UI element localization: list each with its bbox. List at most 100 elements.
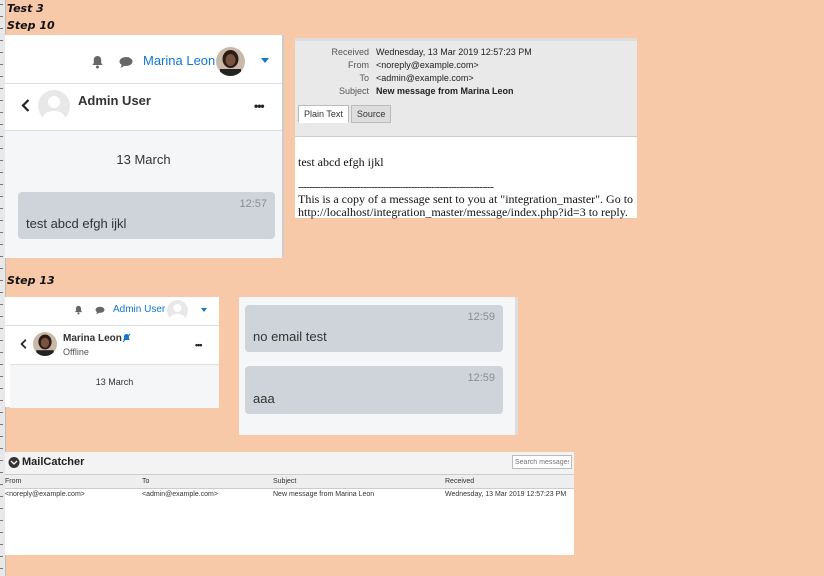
more-options-icon[interactable]: •••	[254, 99, 265, 113]
step13-label: Step 13	[7, 274, 55, 287]
message-time: 12:59	[467, 372, 495, 384]
ruler-tick	[0, 160, 3, 161]
ruler-tick	[0, 16, 3, 17]
table-header: From To Subject Received	[5, 475, 574, 489]
ruler-tick	[0, 340, 3, 341]
ruler-tick	[0, 352, 3, 353]
message-text: aaa	[253, 391, 275, 406]
avatar[interactable]	[167, 300, 188, 321]
mailcatcher-window: MailCatcher From To Subject Received <no…	[5, 452, 574, 555]
ruler-tick	[0, 388, 3, 389]
ruler-tick	[0, 184, 3, 185]
more-options-icon[interactable]: •••	[195, 340, 203, 350]
column-header-received[interactable]: Received	[445, 475, 574, 489]
message-time: 12:59	[467, 311, 495, 323]
ruler-tick	[0, 76, 3, 77]
ruler-tick	[0, 292, 3, 293]
user-menu-name[interactable]: Marina Leon	[143, 53, 215, 68]
message-bubble: 12:57 test abcd efgh ijkl	[18, 192, 275, 239]
no-notifications-icon	[122, 333, 131, 343]
search-input[interactable]	[512, 455, 572, 469]
cell-subject: New message from Marina Leon	[273, 491, 375, 498]
ruler-tick	[0, 4, 3, 5]
ruler-tick	[0, 220, 3, 221]
ruler-tick	[0, 172, 3, 173]
message-list: From To Subject Received <noreply@exampl…	[5, 475, 574, 500]
ruler-tick	[0, 112, 3, 113]
conversation-title: Admin User	[78, 93, 151, 108]
user-menu-name[interactable]: Admin User	[113, 304, 165, 315]
ruler-tick	[0, 136, 3, 137]
ruler-tick	[0, 124, 3, 125]
ruler-tick	[0, 412, 3, 413]
ruler-tick	[0, 100, 3, 101]
ruler-tick	[0, 544, 3, 545]
column-header-to[interactable]: To	[142, 475, 273, 489]
step10-label: Step 10	[7, 19, 55, 32]
back-arrow-icon[interactable]	[20, 339, 27, 349]
ruler-tick	[0, 232, 3, 233]
ruler-tick	[0, 436, 3, 437]
ruler-tick	[0, 532, 3, 533]
ruler-tick	[0, 304, 3, 305]
email-header-row: Subject New message from Marina Leon	[338, 86, 514, 96]
conversation-title: Marina Leon	[63, 333, 122, 344]
chevron-down-icon[interactable]	[261, 58, 269, 63]
back-arrow-icon[interactable]	[21, 99, 30, 112]
column-header-from[interactable]: From	[5, 475, 142, 489]
step10-chat-panel: Marina Leon Admin User ••• 13 March 12:5…	[5, 35, 282, 258]
step13-chat-panel: Admin User Marina Leon Offline ••• 13 Ma…	[5, 297, 219, 408]
message-text: no email test	[253, 329, 327, 344]
tab-plain-text[interactable]: Plain Text	[298, 105, 349, 123]
tab-source[interactable]: Source	[350, 105, 392, 123]
date-separator: 13 March	[116, 152, 171, 167]
ruler-tick	[0, 256, 3, 257]
email-header-row: Received Wednesday, 13 Mar 2019 12:57:23 …	[331, 47, 532, 57]
ruler-tick	[0, 244, 3, 245]
contact-status: Offline	[63, 347, 89, 357]
ruler-tick	[0, 376, 3, 377]
ruler-tick	[0, 424, 3, 425]
test-label: Test 3	[7, 2, 44, 15]
table-row[interactable]: <noreply@example.com> <admin@example.com…	[5, 489, 574, 501]
email-header-row: From <noreply@example.com>	[348, 60, 479, 70]
ruler-tick	[0, 484, 3, 485]
email-body-line: This is a copy of a message sent to you …	[298, 192, 634, 219]
bell-icon[interactable]	[74, 305, 83, 315]
email-preview-panel: Received Wednesday, 13 Mar 2019 12:57:23 …	[295, 38, 637, 219]
contact-avatar	[33, 332, 57, 356]
contact-avatar-placeholder	[38, 90, 70, 122]
cell-received: Wednesday, 13 Mar 2019 12:57:23 PM	[445, 491, 567, 498]
ruler-tick	[0, 364, 3, 365]
chat-bubble-icon[interactable]	[95, 306, 105, 315]
ruler-tick	[0, 196, 3, 197]
cell-from: <noreply@example.com>	[5, 491, 85, 498]
bell-icon[interactable]	[91, 55, 104, 69]
message-text: test abcd efgh ijkl	[26, 216, 127, 231]
messages-area: 13 March 12:57 test abcd efgh ijkl	[5, 130, 282, 258]
ruler-tick	[0, 52, 3, 53]
ruler-tick	[0, 268, 3, 269]
chat-bubble-icon[interactable]	[119, 56, 133, 69]
ruler-tick	[0, 448, 3, 449]
ruler-tick	[0, 208, 3, 209]
email-header-row: To <admin@example.com>	[359, 73, 474, 83]
mailcatcher-toolbar: MailCatcher	[5, 452, 574, 475]
ruler-tick	[0, 520, 3, 521]
email-body: test abcd efgh ijkl --------------------…	[295, 155, 637, 219]
navbar: Admin User	[5, 297, 219, 326]
ruler-tick	[0, 556, 3, 557]
app-title: MailCatcher	[22, 456, 85, 468]
ruler-tick	[0, 472, 3, 473]
ruler-tick	[0, 316, 3, 317]
messages-area: 13 March	[10, 364, 219, 408]
mailcatcher-logo-icon	[8, 456, 20, 469]
ruler-tick	[0, 508, 3, 509]
scrollbar[interactable]	[282, 35, 284, 257]
ruler-tick	[0, 460, 3, 461]
message-time: 12:57	[239, 198, 267, 210]
cell-to: <admin@example.com>	[142, 491, 218, 498]
avatar[interactable]	[216, 47, 245, 76]
column-header-subject[interactable]: Subject	[273, 475, 445, 489]
chevron-down-icon[interactable]	[201, 308, 207, 312]
